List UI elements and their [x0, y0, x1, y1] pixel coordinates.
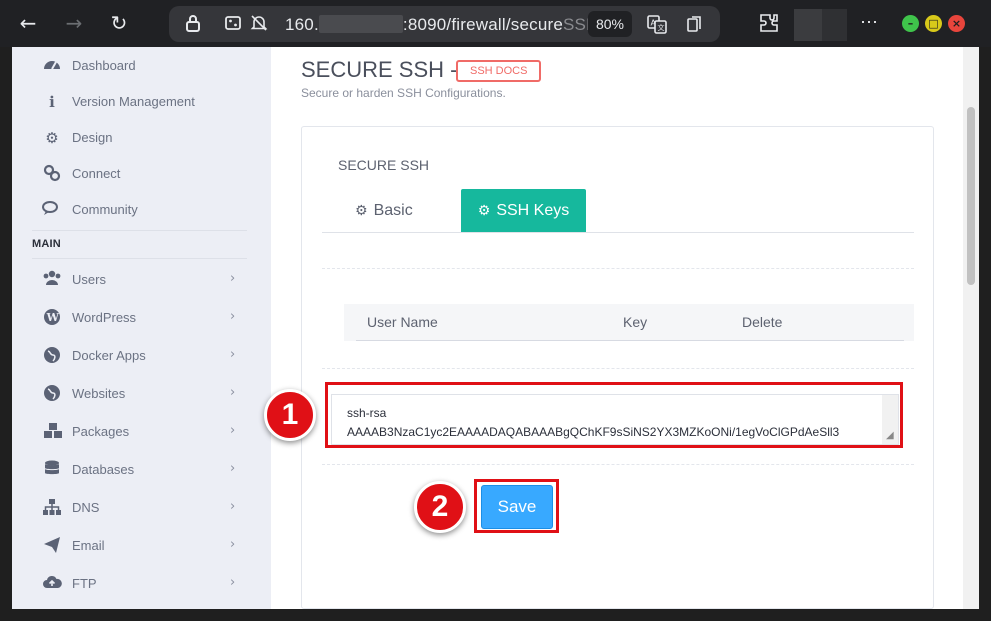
chevron-right-icon: › — [230, 309, 236, 324]
tachometer-icon — [42, 56, 62, 76]
sidebar-item-community[interactable]: Community — [42, 198, 252, 222]
chevron-right-icon: › — [230, 575, 236, 590]
section-divider — [322, 268, 914, 269]
extensions-icon[interactable] — [757, 12, 781, 36]
sidebar-divider — [32, 258, 247, 259]
minimize-icon[interactable]: – — [902, 15, 919, 32]
translate-icon[interactable]: A文 — [647, 14, 667, 34]
svg-text:文: 文 — [658, 23, 665, 32]
sidebar-item-docker-apps[interactable]: Docker Apps › — [42, 344, 252, 368]
sidebar-item-packages[interactable]: Packages › — [42, 420, 252, 444]
globe-icon — [42, 384, 62, 404]
sidebar: Dashboard ℹ Version Management ⚙ Design … — [12, 47, 271, 609]
column-header-delete: Delete — [742, 314, 783, 330]
page-title: SECURE SSH - — [301, 57, 458, 82]
table-divider — [356, 340, 904, 341]
close-icon[interactable]: × — [948, 15, 965, 32]
chevron-right-icon: › — [230, 461, 236, 476]
column-header-key: Key — [623, 314, 648, 330]
sidebar-heading-main: MAIN — [32, 238, 61, 250]
sidebar-item-design[interactable]: ⚙ Design — [42, 126, 252, 150]
browser-toolbar: ← → ↻ 160.:8090/firewall/secureSSH 80% A… — [0, 0, 991, 47]
gear-icon: ⚙ — [355, 203, 368, 219]
sidebar-item-email[interactable]: Email › — [42, 534, 252, 558]
chevron-right-icon: › — [230, 423, 236, 438]
section-divider — [322, 464, 914, 465]
sidebar-item-wordpress[interactable]: W WordPress › — [42, 306, 252, 330]
chevron-right-icon: › — [230, 385, 236, 400]
ssh-docs-link[interactable]: SSH DOCS — [456, 60, 542, 82]
address-bar[interactable]: 160.:8090/firewall/secureSSH 80% A文 — [169, 6, 720, 42]
page-subtitle: Secure or harden SSH Configurations. — [301, 86, 506, 100]
sidebar-item-connect[interactable]: Connect — [42, 162, 252, 186]
step-marker-1: 1 — [264, 389, 316, 441]
cubes-icon — [42, 422, 62, 442]
page-viewport: Dashboard ℹ Version Management ⚙ Design … — [12, 47, 979, 609]
chevron-right-icon: › — [230, 499, 236, 514]
ssh-keys-table-header: User Name Key Delete — [344, 304, 914, 341]
secure-ssh-card: SECURE SSH ⚙ Basic ⚙ SSH Keys User Name Ke… — [264, 126, 934, 609]
sidebar-item-ftp[interactable]: FTP › — [42, 572, 252, 596]
zoom-badge[interactable]: 80% — [588, 11, 632, 37]
info-icon: ℹ — [49, 93, 55, 111]
svg-text:W: W — [46, 311, 60, 324]
wordpress-icon: W — [42, 308, 62, 328]
annotation-box-key — [325, 382, 903, 448]
comments-icon — [42, 200, 62, 220]
redacted-ip — [318, 15, 403, 33]
globe-icon — [42, 346, 62, 366]
maximize-icon[interactable]: □ — [925, 15, 942, 32]
site-settings-icon[interactable] — [223, 14, 243, 34]
annotation-box-save — [474, 479, 559, 533]
tab-divider — [322, 232, 914, 233]
chevron-right-icon: › — [230, 347, 236, 362]
gears-icon: ⚙ — [477, 203, 491, 219]
sidebar-item-dns[interactable]: DNS › — [42, 496, 252, 520]
notifications-blocked-icon[interactable] — [249, 14, 269, 34]
page-scrollbar[interactable] — [963, 47, 979, 609]
url-text[interactable]: 160.:8090/firewall/secureSSH — [285, 15, 599, 35]
sidebar-divider — [32, 230, 247, 231]
card-title: SECURE SSH — [338, 157, 430, 173]
sidebar-item-databases[interactable]: Databases › — [42, 458, 252, 482]
reload-icon[interactable]: ↻ — [107, 11, 131, 35]
sidebar-item-version-management[interactable]: ℹ Version Management — [42, 90, 252, 114]
more-options-icon[interactable]: ⋯ — [857, 12, 881, 36]
sitemap-icon — [42, 498, 62, 518]
lock-icon[interactable] — [183, 14, 203, 34]
sidebar-item-users[interactable]: Users › — [42, 268, 252, 292]
gear-icon: ⚙ — [45, 129, 59, 147]
sidebar-item-dashboard[interactable]: Dashboard — [42, 54, 252, 78]
scrollbar-thumb[interactable] — [967, 107, 975, 285]
tab-ssh-keys[interactable]: ⚙ SSH Keys — [461, 189, 586, 233]
link-icon — [42, 164, 62, 184]
sidebar-item-websites[interactable]: Websites › — [42, 382, 252, 406]
tab-basic[interactable]: ⚙ Basic — [355, 189, 413, 233]
paper-plane-icon — [42, 536, 62, 556]
profile-avatar[interactable] — [794, 9, 847, 41]
column-header-user-name: User Name — [367, 314, 438, 330]
users-icon — [42, 270, 62, 290]
section-divider — [322, 368, 914, 369]
cloud-upload-icon — [42, 574, 62, 594]
chevron-right-icon: › — [230, 537, 236, 552]
step-marker-2: 2 — [414, 481, 466, 533]
database-icon — [42, 460, 62, 480]
forward-icon[interactable]: → — [62, 11, 86, 35]
reading-list-icon[interactable] — [685, 14, 705, 34]
back-icon[interactable]: ← — [16, 11, 40, 35]
chevron-right-icon: › — [230, 271, 236, 286]
